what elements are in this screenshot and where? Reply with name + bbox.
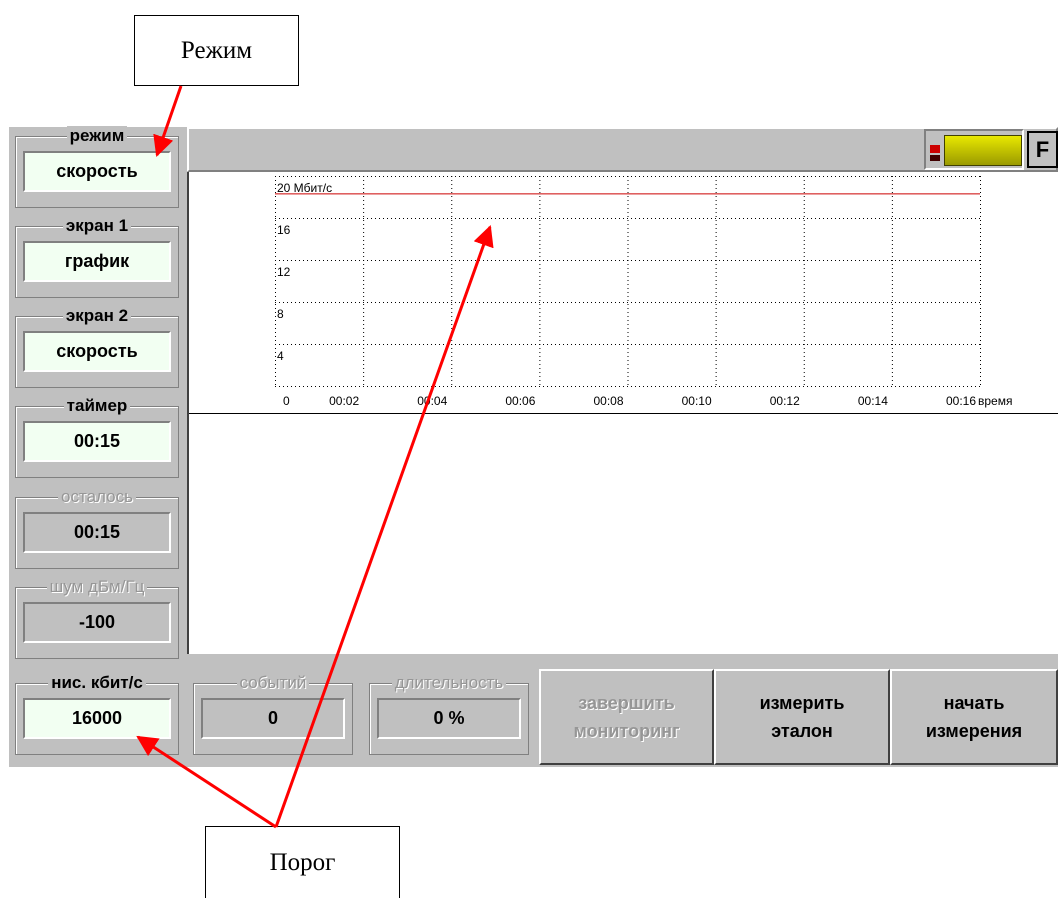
- threshold-group: нис. кбит/с 16000: [9, 673, 185, 760]
- x-tick-label: 00:06: [505, 394, 535, 408]
- duration-label: длительность: [391, 673, 507, 692]
- battery-icon: [944, 135, 1022, 166]
- sidebar-group-value[interactable]: график: [23, 241, 171, 282]
- sidebar-group-label: режим: [66, 126, 128, 145]
- sidebar-group-value: 00:15: [23, 512, 171, 553]
- stop-monitoring-line2: мониторинг: [573, 721, 680, 741]
- sidebar-group-label: таймер: [63, 396, 131, 415]
- y-tick-label: 20 Мбит/с: [277, 181, 332, 195]
- y-tick-label: 4: [277, 349, 284, 363]
- chart-bottom-strip: [187, 654, 1058, 665]
- x-axis-label: время: [978, 394, 1012, 408]
- x-tick-label: 00:16: [946, 394, 976, 408]
- sidebar-group-5: шум дБм/Гц -100: [9, 577, 185, 664]
- status-indicator: [924, 129, 1024, 170]
- y-tick-label: 12: [277, 265, 291, 279]
- f-button[interactable]: F: [1027, 131, 1058, 168]
- sidebar-group-label-wrap: экран 2: [9, 306, 185, 326]
- y-tick-label: 8: [277, 307, 284, 321]
- events-label-wrap: событий: [187, 673, 359, 693]
- x-tick-label: 00:14: [858, 394, 888, 408]
- sidebar-group-0[interactable]: режим скорость: [9, 126, 185, 213]
- events-field: 0: [201, 698, 345, 739]
- sidebar-group-value: -100: [23, 602, 171, 643]
- chart-panel: 4 8 12 16 20 Мбит/с 0 00:02 00:04 00:06 00:08 00:1…: [187, 172, 1058, 654]
- start-measurement-line2: измерения: [925, 721, 1023, 741]
- status-led-red: [930, 145, 940, 153]
- duration-label-wrap: длительность: [363, 673, 535, 693]
- f-button-label: F: [1035, 136, 1050, 162]
- status-led-dark: [930, 155, 940, 161]
- sidebar-group-label-wrap: режим: [9, 126, 185, 146]
- x-tick-label: 00:08: [593, 394, 623, 408]
- x-tick-label: 00:12: [770, 394, 800, 408]
- stop-monitoring-line1: завершить: [578, 693, 675, 713]
- measure-reference-line1: измерить: [759, 693, 845, 713]
- sidebar-group-value[interactable]: скорость: [23, 151, 171, 192]
- measure-reference-button-text: измерить эталон: [760, 689, 845, 745]
- mode-callout-text: Режим: [180, 36, 253, 64]
- threshold-label: нис. кбит/с: [48, 673, 146, 692]
- sidebar-group-label-wrap: осталось: [9, 487, 185, 507]
- sidebar-group-4: осталось 00:15: [9, 487, 185, 574]
- sidebar-group-1[interactable]: экран 1 график: [9, 216, 185, 303]
- events-group: событий 0: [187, 673, 359, 760]
- start-measurement-button[interactable]: начать измерения: [890, 669, 1058, 765]
- measure-reference-button[interactable]: измерить эталон: [714, 669, 890, 765]
- threshold-callout-text: Порог: [269, 848, 336, 876]
- sidebar-group-3[interactable]: таймер 00:15: [9, 396, 185, 483]
- sidebar-group-label: осталось: [58, 487, 136, 506]
- sidebar-group-label: экран 1: [62, 216, 132, 235]
- threshold-label-wrap: нис. кбит/с: [9, 673, 185, 693]
- y-tick-label: 16: [277, 223, 291, 237]
- throughput-chart: 4 8 12 16 20 Мбит/с 0 00:02 00:04 00:06 00:08 00:1…: [189, 176, 1058, 414]
- threshold-field[interactable]: 16000: [23, 698, 171, 739]
- x-tick-label: 00:02: [329, 394, 359, 408]
- sidebar-group-label-wrap: таймер: [9, 396, 185, 416]
- sidebar-group-label: экран 2: [62, 306, 132, 325]
- stop-monitoring-button[interactable]: завершить мониторинг: [539, 669, 714, 765]
- mode-callout: Режим: [134, 15, 299, 86]
- sidebar-group-value[interactable]: скорость: [23, 331, 171, 372]
- sidebar-group-2[interactable]: экран 2 скорость: [9, 306, 185, 393]
- sidebar-group-label-wrap: шум дБм/Гц: [9, 577, 185, 597]
- x-tick-label: 00:10: [682, 394, 712, 408]
- measure-reference-line2: эталон: [771, 721, 833, 741]
- threshold-callout: Порог: [205, 826, 400, 898]
- sidebar-group-value[interactable]: 00:15: [23, 421, 171, 462]
- sidebar-group-label: шум дБм/Гц: [46, 577, 148, 596]
- stop-monitoring-button-text: завершить мониторинг: [573, 689, 679, 745]
- start-measurement-line1: начать: [943, 693, 1005, 713]
- start-measurement-button-text: начать измерения: [926, 689, 1022, 745]
- duration-field: 0 %: [377, 698, 521, 739]
- sidebar-group-label-wrap: экран 1: [9, 216, 185, 236]
- x-tick-label: 0: [283, 394, 290, 408]
- x-tick-label: 00:04: [417, 394, 447, 408]
- events-label: событий: [236, 673, 310, 692]
- duration-group: длительность 0 %: [363, 673, 535, 760]
